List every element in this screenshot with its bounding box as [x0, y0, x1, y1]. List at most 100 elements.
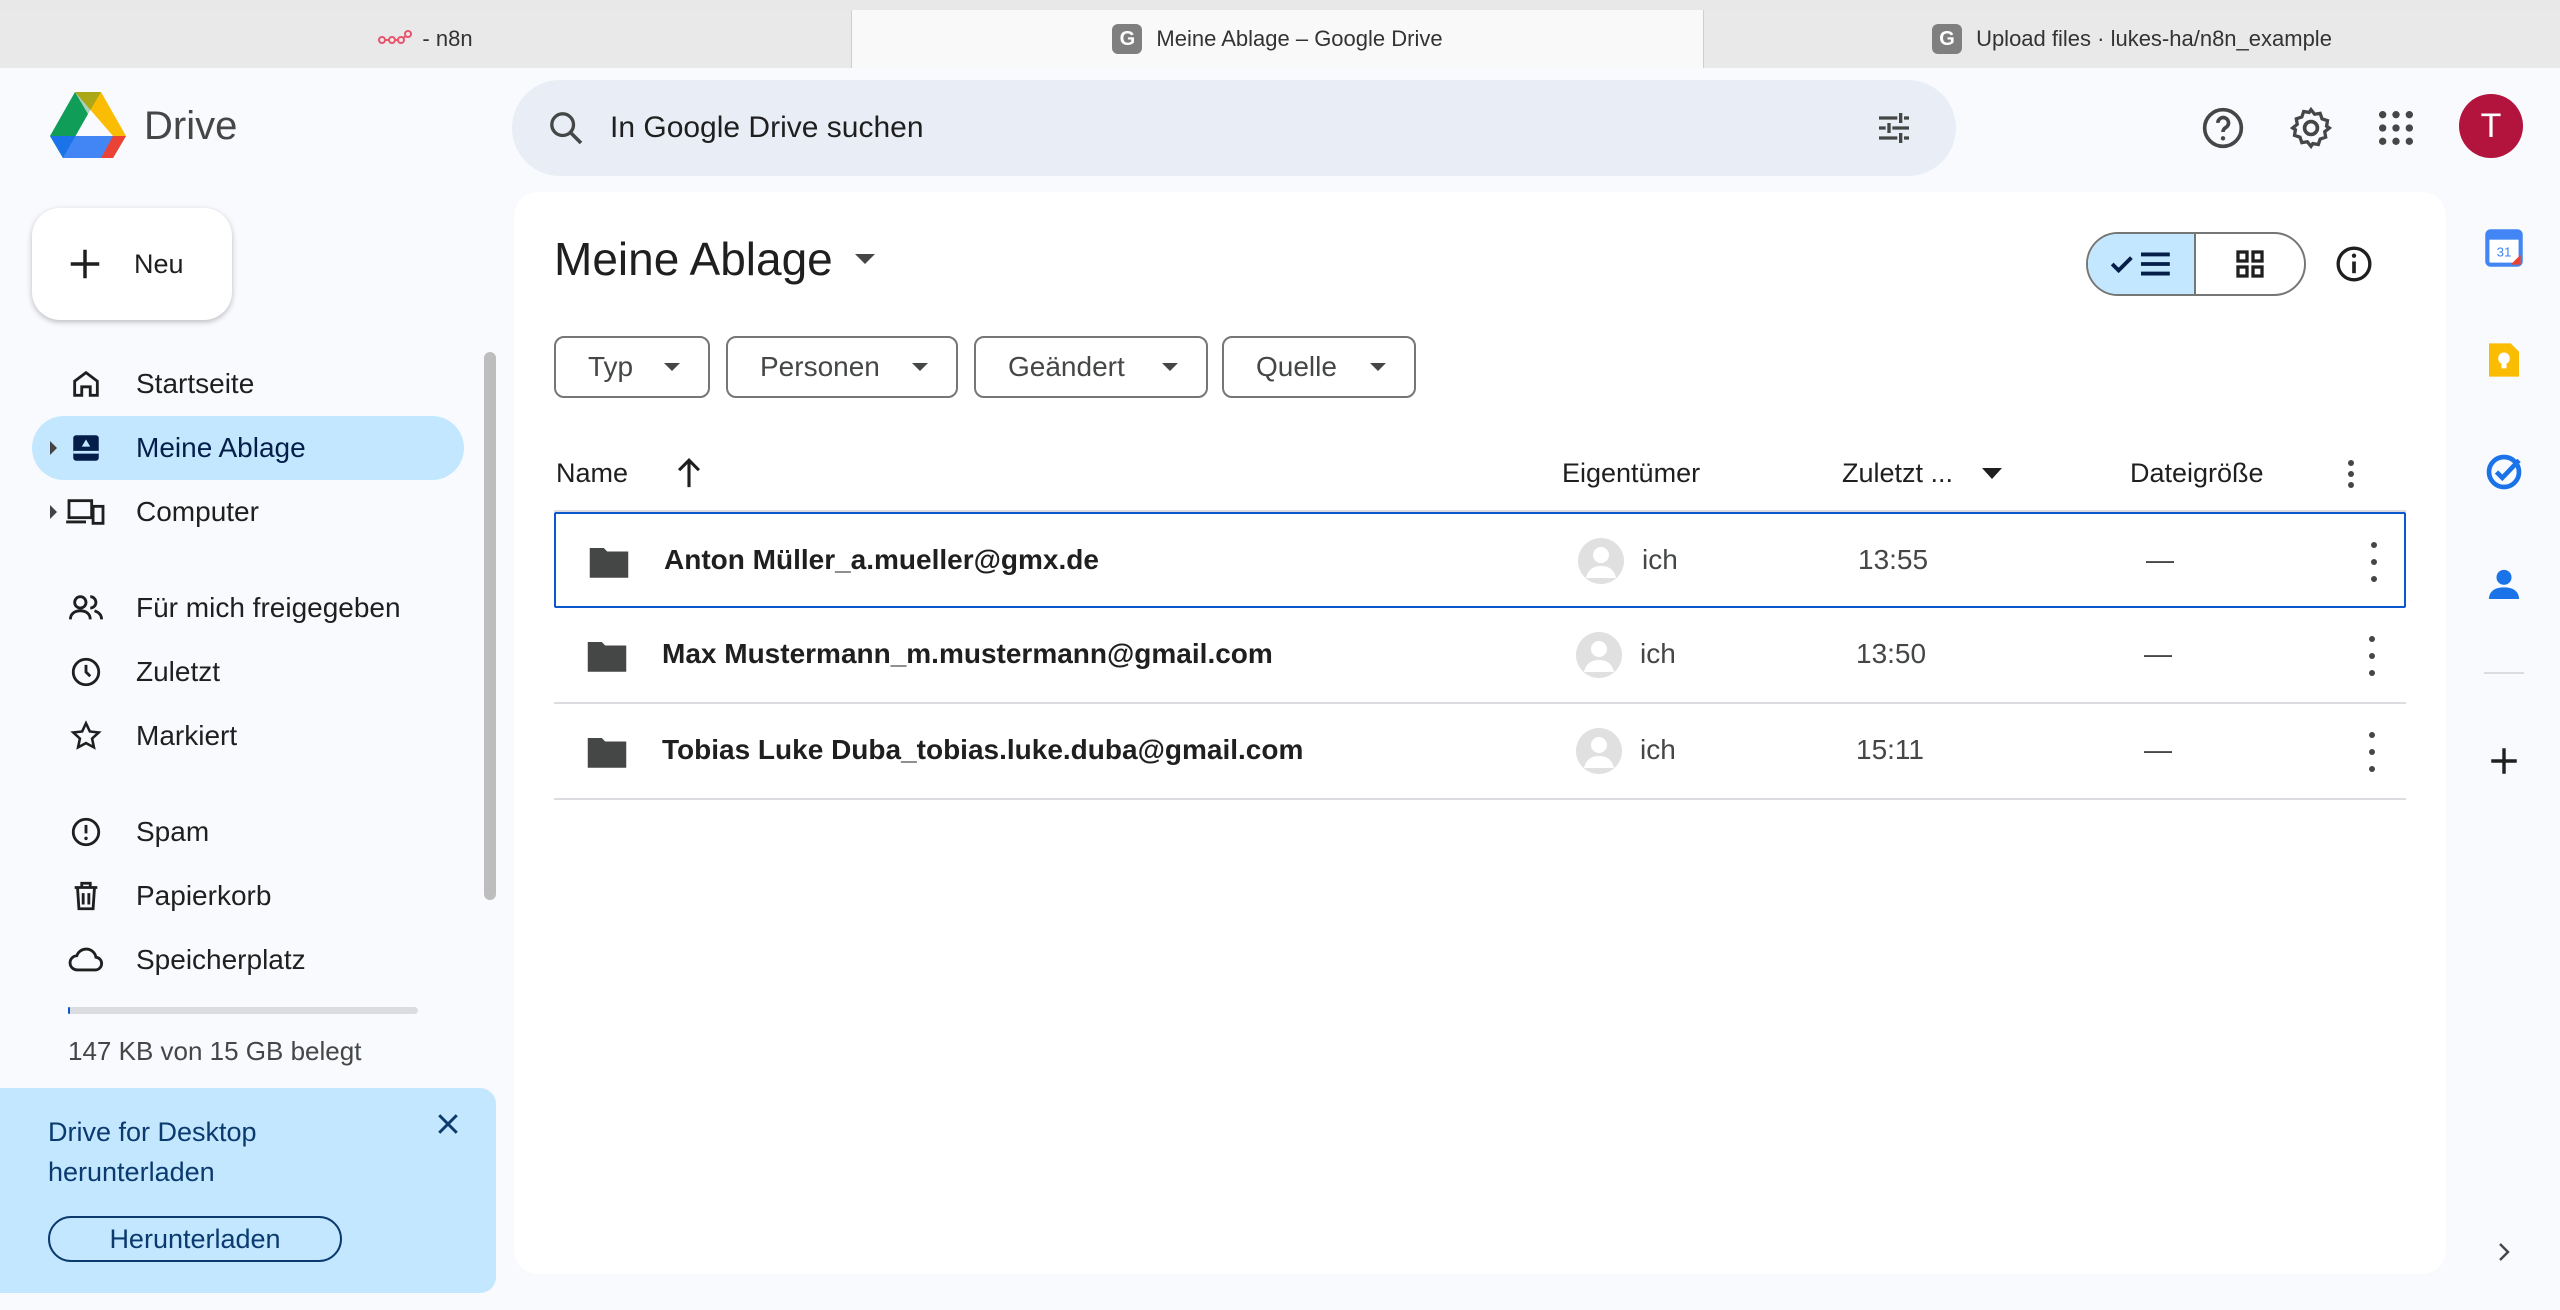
n8n-icon — [378, 30, 413, 48]
chevron-down-icon — [1162, 363, 1178, 371]
clock-icon — [66, 652, 106, 692]
info-icon[interactable] — [2334, 244, 2374, 284]
sidebar-item-label: Spam — [136, 816, 210, 847]
sidebar-item-trash[interactable]: Papierkorb — [32, 864, 464, 928]
column-header-modified[interactable]: Zuletzt ... — [1842, 458, 1953, 489]
tab-label: Meine Ablage – Google Drive — [1156, 26, 1443, 51]
page-title-text: Meine Ablage — [554, 233, 833, 285]
filter-label: Quelle — [1256, 351, 1337, 382]
calendar-icon[interactable]: 31 — [2484, 228, 2524, 268]
more-vert-icon[interactable] — [2362, 732, 2382, 772]
list-view-button[interactable] — [2088, 234, 2196, 294]
tab-github-upload[interactable]: G Upload files · lukes-ha/n8n_example — [1704, 10, 2560, 68]
folder-icon — [587, 642, 627, 672]
owner-avatar-icon — [1578, 538, 1624, 584]
grid-icon — [2236, 250, 2264, 278]
sidebar-item-label: Zuletzt — [136, 656, 221, 687]
keep-icon[interactable] — [2484, 340, 2524, 380]
owner: ich — [1642, 544, 1678, 575]
modified-time: 13:50 — [1856, 638, 1927, 669]
filter-source[interactable]: Quelle — [1222, 336, 1416, 398]
sidebar-item-label: Startseite — [136, 368, 255, 399]
owner-avatar-icon — [1576, 632, 1622, 678]
modified-time: 15:11 — [1856, 734, 1924, 765]
filter-label: Geändert — [1008, 351, 1125, 382]
chevron-down-icon — [664, 363, 680, 371]
apps-grid-icon[interactable] — [2372, 104, 2420, 152]
column-header-name[interactable]: Name — [556, 458, 628, 489]
owner: ich — [1640, 638, 1676, 669]
sidebar-item-label: Computer — [136, 496, 259, 527]
more-vert-icon[interactable] — [2348, 460, 2354, 488]
new-button[interactable]: Neu — [32, 208, 232, 320]
check-list-icon — [2110, 252, 2170, 276]
filter-label: Typ — [588, 351, 634, 382]
close-icon[interactable] — [428, 1104, 468, 1144]
more-vert-icon[interactable] — [2362, 636, 2382, 676]
file-size: — — [2146, 544, 2174, 575]
expand-caret-icon[interactable] — [50, 441, 57, 455]
table-row[interactable]: Anton Müller_a.mueller@gmx.de ich 13:55 … — [554, 512, 2406, 608]
sidebar-item-starred[interactable]: Markiert — [32, 704, 464, 768]
filter-type[interactable]: Typ — [554, 336, 710, 398]
my-drive-icon — [66, 428, 106, 468]
tab-google-drive[interactable]: G Meine Ablage – Google Drive — [852, 10, 1704, 68]
file-name: Max Mustermann_m.mustermann@gmail.com — [662, 638, 1273, 669]
chevron-right-icon[interactable] — [2484, 1232, 2524, 1272]
sidebar-scrollbar[interactable] — [484, 352, 496, 900]
storage-usage-text: 147 KB von 15 GB belegt — [68, 1036, 362, 1066]
chevron-down-icon[interactable] — [1982, 468, 2002, 479]
browser-tab-bar: - n8n G Meine Ablage – Google Drive G Up… — [0, 0, 2560, 68]
settings-icon[interactable] — [2287, 104, 2335, 152]
column-header-owner[interactable]: Eigentümer — [1562, 458, 1700, 489]
add-icon[interactable] — [2484, 741, 2524, 781]
tab-n8n[interactable]: - n8n — [0, 10, 852, 68]
chevron-down-icon — [1370, 363, 1386, 371]
side-panel-divider — [2484, 672, 2524, 674]
sidebar-item-my-drive[interactable]: Meine Ablage — [32, 416, 464, 480]
sort-arrow-up-icon[interactable] — [674, 456, 704, 490]
tasks-icon[interactable] — [2484, 452, 2524, 492]
search-icon[interactable] — [546, 108, 586, 148]
drive-logo[interactable]: Drive — [50, 92, 237, 160]
search-bar[interactable]: In Google Drive suchen — [512, 80, 1956, 176]
app-name: Drive — [144, 103, 238, 148]
page-title[interactable]: Meine Ablage — [554, 232, 875, 286]
table-row[interactable]: Max Mustermann_m.mustermann@gmail.com ic… — [554, 608, 2406, 704]
file-size: — — [2144, 638, 2172, 669]
sidebar-item-recent[interactable]: Zuletzt — [32, 640, 464, 704]
search-input[interactable]: In Google Drive suchen — [610, 111, 1874, 145]
contacts-icon[interactable] — [2484, 564, 2524, 604]
drive-logo-icon — [50, 92, 126, 158]
file-name: Tobias Luke Duba_tobias.luke.duba@gmail.… — [662, 734, 1304, 765]
sidebar-item-computer[interactable]: Computer — [32, 480, 464, 544]
sidebar-item-shared[interactable]: Für mich freigegeben — [32, 576, 464, 640]
sidebar-item-storage[interactable]: Speicherplatz — [32, 928, 464, 992]
file-size: — — [2144, 734, 2172, 765]
sidebar-item-label: Markiert — [136, 720, 238, 751]
sidebar-item-label: Speicherplatz — [136, 944, 306, 975]
search-options-icon[interactable] — [1874, 108, 1914, 148]
sidebar-item-spam[interactable]: Spam — [32, 800, 464, 864]
tab-label: Upload files · lukes-ha/n8n_example — [1976, 26, 2332, 51]
filter-people[interactable]: Personen — [726, 336, 958, 398]
avatar[interactable]: T — [2459, 94, 2523, 158]
filter-modified[interactable]: Geändert — [974, 336, 1208, 398]
trash-icon — [66, 876, 106, 916]
expand-caret-icon[interactable] — [50, 505, 57, 519]
new-button-label: Neu — [134, 248, 184, 279]
star-icon — [66, 716, 106, 756]
folder-icon — [587, 738, 627, 768]
owner-avatar-icon — [1576, 728, 1622, 774]
sidebar-item-home[interactable]: Startseite — [32, 352, 464, 416]
calendar-day: 31 — [2497, 244, 2512, 259]
column-header-size[interactable]: Dateigröße — [2130, 458, 2264, 489]
table-row[interactable]: Tobias Luke Duba_tobias.luke.duba@gmail.… — [554, 704, 2406, 800]
tab-label: - n8n — [422, 26, 473, 51]
download-button[interactable]: Herunterladen — [48, 1216, 342, 1262]
chevron-down-icon — [854, 254, 875, 264]
grid-view-button[interactable] — [2196, 234, 2304, 294]
storage-progress-fill — [68, 1007, 71, 1014]
more-vert-icon[interactable] — [2364, 542, 2384, 582]
help-icon[interactable] — [2199, 104, 2247, 152]
